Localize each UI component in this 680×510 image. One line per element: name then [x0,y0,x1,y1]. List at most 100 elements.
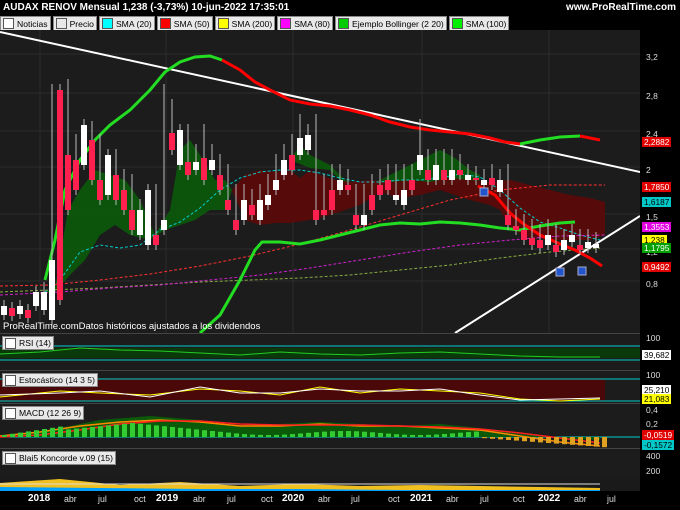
macd-histogram-bar [450,433,455,437]
sma-icon [159,18,171,29]
macd-histogram-bar [402,434,407,437]
news-marker-icon[interactable] [479,187,489,197]
candle-body [329,190,335,210]
indicator-legend: Noticias Precio SMA (20) SMA (50) SMA (200) S… [0,16,510,31]
candle-body [489,178,495,185]
stochastic-label-text: Estocástico (14 3 5) [19,375,95,385]
legend-item-4[interactable]: SMA (200) [214,16,276,31]
candle-body [281,160,287,175]
macd-histogram-bar [354,431,359,437]
macd-histogram-bar [322,431,327,437]
candle-body [41,292,47,310]
legend-item-5[interactable]: SMA (80) [277,16,334,31]
macd-histogram-bar [410,434,415,437]
stochastic-label[interactable]: Estocástico (14 3 5) [2,373,98,387]
macd-histogram-bar [218,431,223,437]
stochastic-panel[interactable]: Estocástico (14 3 5) [0,370,640,404]
macd-label-text: MACD (12 26 9) [19,408,82,418]
sma100-upper [519,134,581,146]
macd-histogram-bar [394,434,399,437]
stochastic-swatch-icon [5,374,16,386]
macd-histogram-bar [146,424,151,437]
candle-body [153,235,159,245]
candle-body [465,175,471,180]
price-value-tag: 1,1795 [642,243,672,253]
right-axis[interactable]: 3,22,82,421,51,20,82,28821,78501,61871,3… [640,30,680,490]
rsi-swatch-icon [5,337,16,349]
time-tick-label: abr [446,494,459,504]
rsi-label[interactable]: RSI (14) [2,336,54,350]
macd-histogram-bar [562,437,567,445]
macd-histogram-bar [466,432,471,437]
dividend-marker-icon-2[interactable] [577,266,587,276]
macd-histogram-bar [138,423,143,437]
macd-histogram-bar [538,437,543,443]
koncorde-panel[interactable]: Blai5 Koncorde v.09 (15) [0,448,650,492]
candle-body [25,310,31,318]
macd-value-tag: -0,0519 [642,430,675,440]
macd-histogram-bar [602,437,607,448]
price-value-tag: 2,2882 [642,137,672,147]
macd-panel[interactable]: MACD (12 26 9) [0,403,640,449]
time-tick-label: 2018 [28,493,51,504]
macd-histogram-bar [274,434,279,437]
macd-label[interactable]: MACD (12 26 9) [2,406,85,420]
price-value-tag: 1,3553 [642,222,672,232]
macd-svg [0,416,640,448]
macd-histogram-bar [522,437,527,442]
time-tick-label: abr [318,494,331,504]
macd-histogram-bar [186,428,191,437]
macd-tick-label: 0,2 [646,419,658,429]
time-tick-label: 2019 [156,493,179,504]
time-tick-label: jul [607,494,616,504]
legend-item-2[interactable]: SMA (20) [98,16,155,31]
candle-body [201,158,207,180]
macd-histogram-bar [306,432,311,437]
time-tick-label: abr [193,494,206,504]
legend-item-7[interactable]: SMA (100) [448,16,510,31]
legend-label: SMA (100) [465,18,507,29]
macd-histogram-bar [2,435,7,437]
candle-body [209,160,215,170]
macd-histogram-bar [242,434,247,437]
candle-body [89,140,95,180]
candle-body [105,155,111,195]
candle-body [545,235,551,245]
macd-histogram-bar [370,432,375,437]
candle-body [433,165,439,180]
legend-item-6[interactable]: Ejemplo Bollinger (2 20) [335,16,447,31]
macd-histogram-bar [586,437,591,446]
macd-histogram-bar [570,437,575,445]
legend-item-3[interactable]: SMA (50) [156,16,213,31]
candle-body [313,210,319,220]
macd-histogram-bar [426,434,431,437]
candle-body [241,200,247,220]
candle-body [337,180,343,190]
legend-label: Ejemplo Bollinger (2 20) [352,18,444,29]
macd-histogram-bar [530,437,535,442]
macd-histogram-bar [202,430,207,437]
time-axis[interactable]: 2018 abr jul oct 2019 abr jul oct 2020 abr jul oct 2… [0,491,680,510]
legend-item-1[interactable]: Precio [52,16,97,31]
macd-histogram-bar [362,431,367,437]
koncorde-label[interactable]: Blai5 Koncorde v.09 (15) [2,451,116,465]
time-tick-label: jul [98,494,107,504]
macd-histogram-bar [162,426,167,437]
candle-body [57,90,63,300]
candle-body [9,308,15,316]
brand-link[interactable]: www.ProRealTime.com [566,2,676,13]
legend-item-0[interactable]: Noticias [0,16,51,31]
price-tick-label: 0,8 [646,279,658,289]
rsi-panel[interactable]: RSI (14) [0,333,640,371]
price-chart[interactable]: ProRealTime.comDatos históricos ajustado… [0,30,641,335]
candle-body [73,160,79,190]
candle-body [505,215,511,225]
macd-histogram-bar [50,427,55,437]
time-tick-label: abr [64,494,77,504]
price-tick-label: 3,2 [646,52,658,62]
sma-icon [101,18,113,29]
candle-body [161,220,167,230]
legend-label: Precio [69,18,94,29]
dividend-marker-icon[interactable] [555,267,565,277]
macd-histogram-bar [114,424,119,437]
